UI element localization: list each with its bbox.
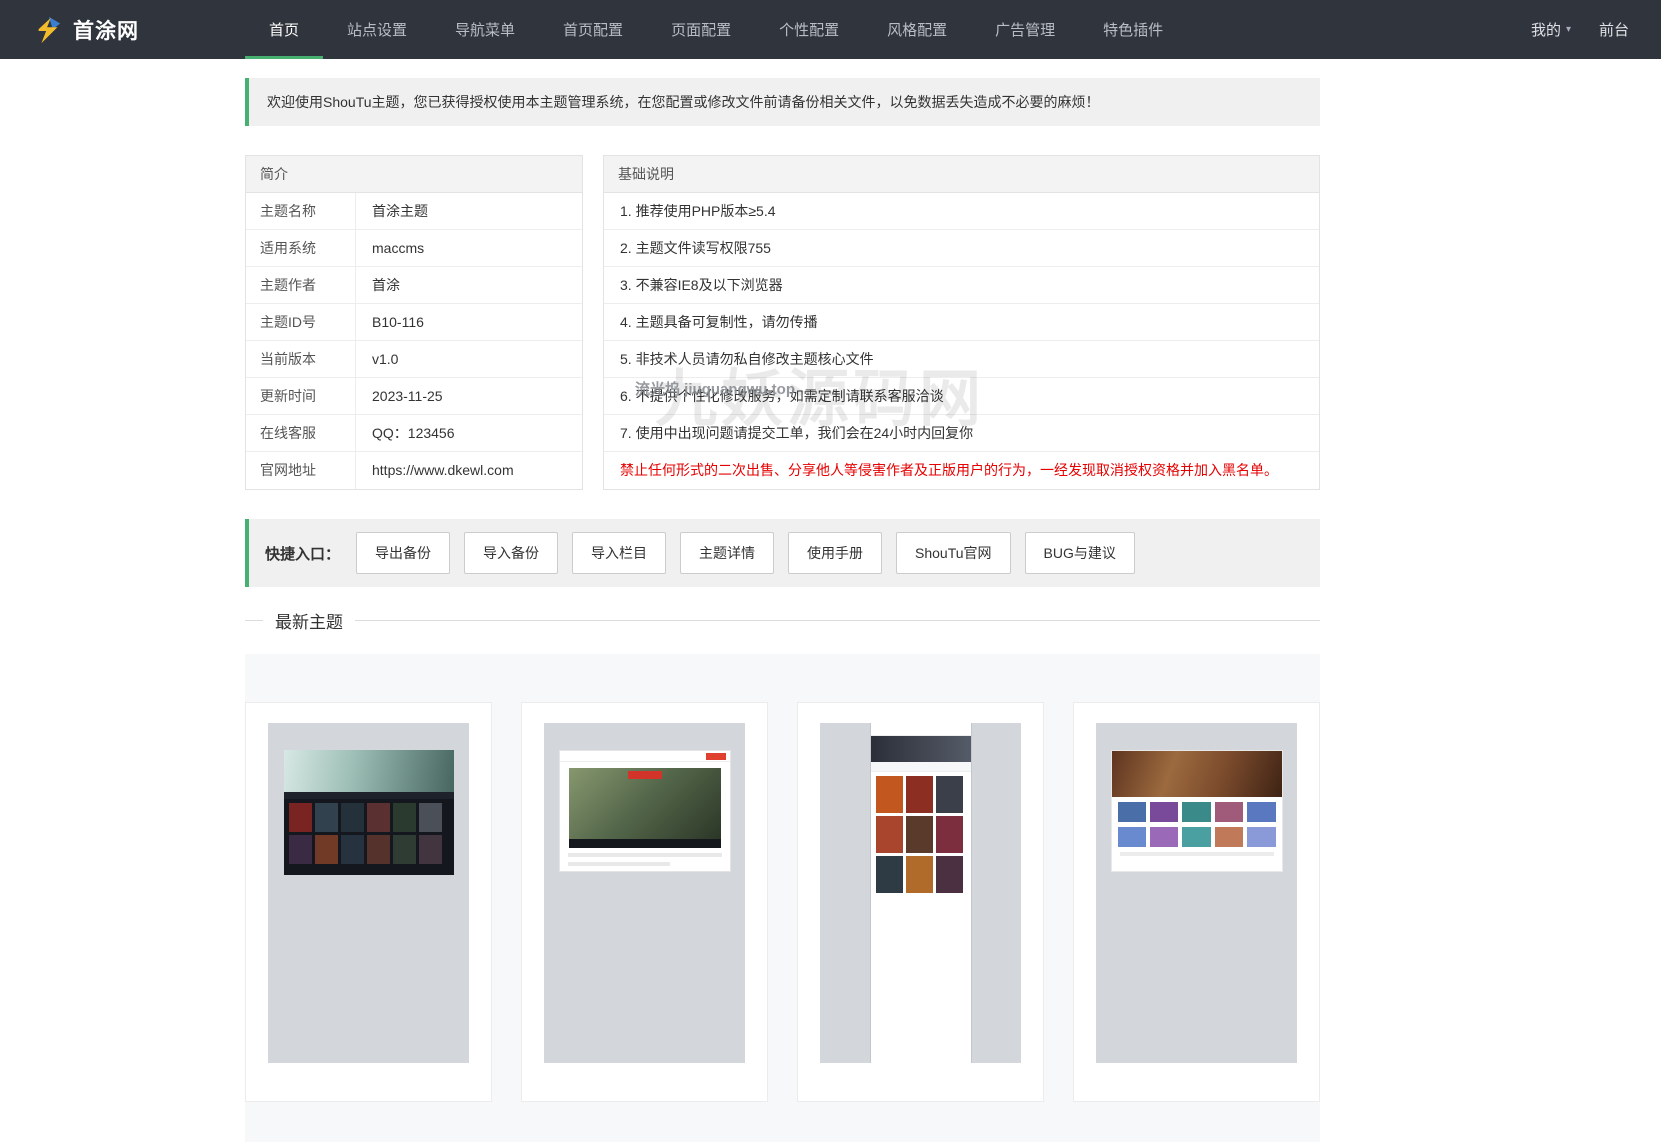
theme-thumbnail-video-player	[544, 723, 745, 1063]
main-nav: 首页 站点设置 导航菜单 首页配置 页面配置 个性配置 风格配置 广告管理 特色…	[245, 0, 1517, 59]
theme-card[interactable]	[245, 702, 492, 1102]
nav-item-my-dropdown[interactable]: 我的 ▾	[1517, 0, 1585, 59]
navbar-right: 我的 ▾ 前台	[1517, 0, 1661, 59]
theme-card[interactable]	[797, 702, 1044, 1102]
theme-card[interactable]	[521, 702, 768, 1102]
intro-panel-title: 简介	[246, 156, 582, 193]
instruction-item: 1. 推荐使用PHP版本≥5.4	[604, 193, 1319, 230]
instruction-item: 4. 主题具备可复制性，请勿传播	[604, 304, 1319, 341]
nav-item-frontend[interactable]: 前台	[1585, 0, 1643, 59]
nav-item-site-settings[interactable]: 站点设置	[323, 0, 431, 59]
bug-suggestion-button[interactable]: BUG与建议	[1024, 532, 1135, 574]
nav-item-ad-management[interactable]: 广告管理	[971, 0, 1079, 59]
nav-item-personalize-config[interactable]: 个性配置	[755, 0, 863, 59]
official-site-url: https://www.dkewl.com	[372, 462, 514, 478]
nav-item-home-config[interactable]: 首页配置	[539, 0, 647, 59]
row-label: 官网地址	[246, 452, 356, 489]
welcome-text: 欢迎使用ShouTu主题，您已获得授权使用本主题管理系统，在您配置或修改文件前请…	[267, 94, 1100, 110]
instructions-panel-title: 基础说明	[604, 156, 1319, 193]
top-navbar: 首涂网 首页 站点设置 导航菜单 首页配置 页面配置 个性配置 风格配置 广告管…	[0, 0, 1661, 59]
nav-item-featured-plugins[interactable]: 特色插件	[1079, 0, 1187, 59]
divider-line	[245, 620, 263, 621]
quick-entry-bar: 快捷入口： 导出备份 导入备份 导入栏目 主题详情 使用手册 ShouTu官网 …	[245, 519, 1320, 587]
logo-text: 首涂网	[73, 19, 139, 43]
nav-item-home[interactable]: 首页	[245, 0, 324, 59]
info-panels: 简介 主题名称 首涂主题 适用系统 maccms 主题作者 首涂 主题ID号 B…	[245, 155, 1320, 490]
table-row: 更新时间 2023-11-25	[246, 378, 582, 415]
welcome-banner: 欢迎使用ShouTu主题，您已获得授权使用本主题管理系统，在您配置或修改文件前请…	[245, 78, 1320, 126]
theme-thumbnail-brown-banner-site	[1096, 723, 1297, 1063]
my-label: 我的	[1530, 22, 1561, 39]
theme-details-button[interactable]: 主题详情	[680, 532, 775, 574]
row-label: 适用系统	[246, 230, 356, 266]
theme-thumbnail-mobile-app	[820, 723, 1021, 1063]
divider-line	[355, 620, 1320, 621]
row-label: 主题ID号	[246, 304, 356, 340]
instruction-item: 5. 非技术人员请勿私自修改主题核心文件	[604, 341, 1319, 378]
user-manual-button[interactable]: 使用手册	[788, 532, 883, 574]
theme-thumbnail-dark-movie-site	[268, 723, 469, 1063]
theme-card[interactable]	[1073, 702, 1320, 1102]
official-site-button[interactable]: ShouTu官网	[896, 532, 1011, 574]
instruction-item: 7. 使用中出现问题请提交工单，我们会在24小时内回复你	[604, 415, 1319, 452]
nav-item-style-config[interactable]: 风格配置	[863, 0, 971, 59]
table-row: 主题ID号 B10-116	[246, 304, 582, 341]
instructions-panel-body: 1. 推荐使用PHP版本≥5.4 2. 主题文件读写权限755 3. 不兼容IE…	[604, 193, 1319, 489]
nav-item-nav-menu[interactable]: 导航菜单	[431, 0, 539, 59]
instructions-panel: 基础说明 1. 推荐使用PHP版本≥5.4 2. 主题文件读写权限755 3. …	[603, 155, 1320, 490]
row-value: maccms	[372, 240, 425, 256]
import-categories-button[interactable]: 导入栏目	[572, 532, 667, 574]
latest-themes-heading: 最新主题	[245, 608, 1320, 633]
main-content: 欢迎使用ShouTu主题，您已获得授权使用本主题管理系统，在您配置或修改文件前请…	[245, 78, 1320, 1142]
intro-panel-body: 主题名称 首涂主题 适用系统 maccms 主题作者 首涂 主题ID号 B10-…	[246, 193, 582, 489]
row-label: 主题作者	[246, 267, 356, 303]
license-warning-text: 禁止任何形式的二次出售、分享他人等侵害作者及正版用户的行为，一经发现取消授权资格…	[620, 462, 1278, 478]
intro-panel: 简介 主题名称 首涂主题 适用系统 maccms 主题作者 首涂 主题ID号 B…	[245, 155, 583, 490]
table-row: 适用系统 maccms	[246, 230, 582, 267]
logo[interactable]: 首涂网	[0, 0, 245, 59]
instruction-item: 3. 不兼容IE8及以下浏览器	[604, 267, 1319, 304]
row-label: 当前版本	[246, 341, 356, 377]
table-row: 在线客服 QQ：123456	[246, 415, 582, 452]
row-value: 2023-11-25	[372, 388, 443, 404]
row-label: 主题名称	[246, 193, 356, 229]
chevron-down-icon: ▾	[1565, 24, 1571, 35]
quick-entry-label: 快捷入口：	[265, 545, 341, 563]
table-row: 主题作者 首涂	[246, 267, 582, 304]
import-backup-button[interactable]: 导入备份	[464, 532, 559, 574]
row-label: 在线客服	[246, 415, 356, 451]
section-title-text: 最新主题	[275, 613, 343, 632]
row-value: v1.0	[372, 351, 399, 367]
theme-cards-grid	[245, 654, 1320, 1142]
table-row: 主题名称 首涂主题	[246, 193, 582, 230]
row-value: QQ：123456	[372, 425, 455, 441]
row-value: 首涂主题	[372, 203, 428, 219]
logo-icon	[33, 15, 63, 45]
table-row: 当前版本 v1.0	[246, 341, 582, 378]
table-row: 官网地址 https://www.dkewl.com	[246, 452, 582, 489]
row-value: 首涂	[372, 277, 400, 293]
instruction-item: 6. 不提供个性化修改服务，如需定制请联系客服洽谈	[604, 378, 1319, 415]
export-backup-button[interactable]: 导出备份	[356, 532, 451, 574]
row-label: 更新时间	[246, 378, 356, 414]
nav-item-page-config[interactable]: 页面配置	[647, 0, 755, 59]
instruction-item: 2. 主题文件读写权限755	[604, 230, 1319, 267]
row-value: B10-116	[372, 314, 424, 330]
